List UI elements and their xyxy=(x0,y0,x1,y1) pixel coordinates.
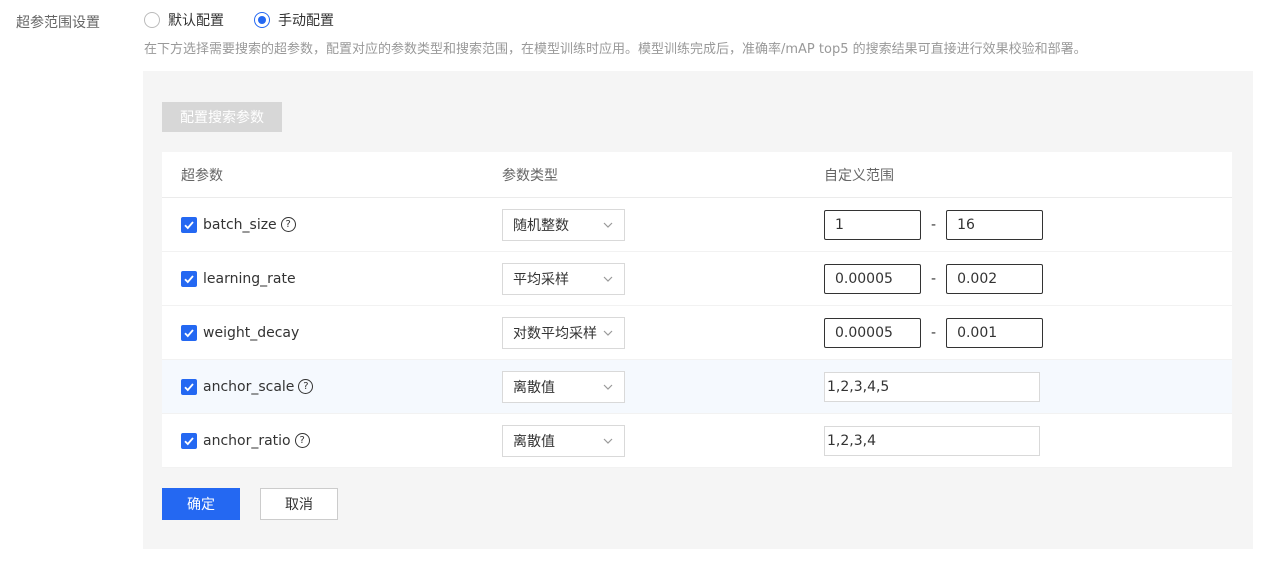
chevron-down-icon xyxy=(603,330,613,336)
radio-circle[interactable] xyxy=(144,12,160,28)
check-icon xyxy=(184,220,194,229)
range-separator: - xyxy=(931,216,937,233)
discrete-values-input[interactable]: 1,2,3,4,5 xyxy=(824,371,1040,402)
mode-radio-group: 默认配置 手动配置 xyxy=(144,10,364,30)
table-header: 超参数 参数类型 自定义范围 xyxy=(162,152,1232,198)
table-row: learning_rate 平均采样 0.00005 - 0.002 xyxy=(162,252,1232,306)
param-cell: anchor_ratio ? xyxy=(181,432,310,449)
table-row: weight_decay 对数平均采样 0.00005 - 0.001 xyxy=(162,306,1232,360)
param-checkbox[interactable] xyxy=(181,378,197,395)
confirm-button[interactable]: 确定 xyxy=(162,488,240,520)
select-value: 平均采样 xyxy=(513,271,569,288)
check-icon xyxy=(184,436,194,445)
table-row: batch_size ? 随机整数 1 - 16 xyxy=(162,198,1232,252)
hyperparam-table: 超参数 参数类型 自定义范围 batch_size ? 随机整数 1 - 16 xyxy=(162,152,1232,468)
select-value: 离散值 xyxy=(513,433,555,450)
param-name: batch_size xyxy=(203,216,277,233)
range-cell: 1,2,3,4 xyxy=(824,425,1040,456)
range-separator: - xyxy=(931,324,937,341)
param-name: weight_decay xyxy=(203,324,300,341)
type-select[interactable]: 平均采样 xyxy=(502,262,625,295)
check-icon xyxy=(184,328,194,337)
range-cell: 1 - 16 xyxy=(824,209,1044,240)
radio-manual-config[interactable]: 手动配置 xyxy=(254,10,334,30)
help-icon[interactable]: ? xyxy=(294,433,310,448)
header-range: 自定义范围 xyxy=(824,167,894,184)
check-icon xyxy=(184,382,194,391)
param-name: anchor_scale xyxy=(203,378,295,395)
select-value: 对数平均采样 xyxy=(513,325,597,342)
chevron-down-icon xyxy=(603,222,613,228)
range-cell: 0.00005 - 0.002 xyxy=(824,263,1044,294)
config-search-params-button[interactable]: 配置搜索参数 xyxy=(162,102,282,132)
chevron-down-icon xyxy=(603,384,613,390)
range-max-input[interactable]: 0.002 xyxy=(946,263,1044,294)
param-checkbox[interactable] xyxy=(181,216,197,233)
range-min-input[interactable]: 0.00005 xyxy=(824,317,921,348)
type-select[interactable]: 对数平均采样 xyxy=(502,316,625,349)
help-icon[interactable]: ? xyxy=(280,217,296,232)
param-checkbox[interactable] xyxy=(181,432,197,449)
param-name: anchor_ratio xyxy=(203,432,291,449)
param-checkbox[interactable] xyxy=(181,270,197,287)
param-cell: learning_rate xyxy=(181,270,296,287)
range-min-input[interactable]: 0.00005 xyxy=(824,263,921,294)
param-cell: weight_decay xyxy=(181,324,300,341)
select-value: 离散值 xyxy=(513,379,555,396)
range-min-input[interactable]: 1 xyxy=(824,209,921,240)
help-icon[interactable]: ? xyxy=(298,379,314,394)
radio-circle-checked[interactable] xyxy=(254,12,270,28)
cancel-button[interactable]: 取消 xyxy=(260,488,338,520)
param-name: learning_rate xyxy=(203,270,296,287)
range-max-input[interactable]: 16 xyxy=(946,209,1044,240)
param-checkbox[interactable] xyxy=(181,324,197,341)
range-max-input[interactable]: 0.001 xyxy=(946,317,1044,348)
param-cell: batch_size ? xyxy=(181,216,296,233)
header-param: 超参数 xyxy=(181,167,223,184)
table-row: anchor_scale ? 离散值 1,2,3,4,5 xyxy=(162,360,1232,414)
type-select[interactable]: 随机整数 xyxy=(502,208,625,241)
table-row: anchor_ratio ? 离散值 1,2,3,4 xyxy=(162,414,1232,468)
header-type: 参数类型 xyxy=(502,167,558,184)
type-select[interactable]: 离散值 xyxy=(502,370,625,403)
type-select[interactable]: 离散值 xyxy=(502,424,625,457)
select-value: 随机整数 xyxy=(513,217,569,234)
range-cell: 1,2,3,4,5 xyxy=(824,371,1040,402)
radio-label: 手动配置 xyxy=(278,13,334,29)
chevron-down-icon xyxy=(603,276,613,282)
radio-default-config[interactable]: 默认配置 xyxy=(144,10,224,30)
range-separator: - xyxy=(931,270,937,287)
hyperparam-panel: 配置搜索参数 超参数 参数类型 自定义范围 batch_size ? 随机整数 … xyxy=(143,71,1253,549)
hint-text: 在下方选择需要搜索的超参数，配置对应的参数类型和搜索范围，在模型训练时应用。模型… xyxy=(144,42,1087,57)
range-cell: 0.00005 - 0.001 xyxy=(824,317,1044,348)
chevron-down-icon xyxy=(603,438,613,444)
param-cell: anchor_scale ? xyxy=(181,378,314,395)
check-icon xyxy=(184,274,194,283)
discrete-values-input[interactable]: 1,2,3,4 xyxy=(824,425,1040,456)
field-label: 超参范围设置 xyxy=(16,15,100,31)
radio-label: 默认配置 xyxy=(168,13,224,29)
